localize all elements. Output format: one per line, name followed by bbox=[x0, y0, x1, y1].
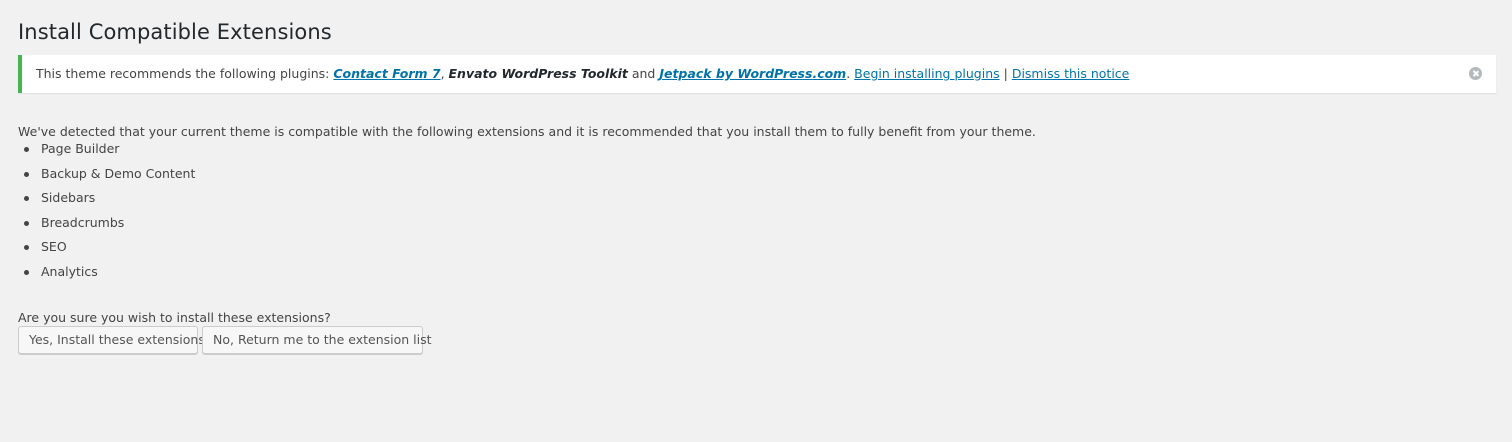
notice-separator: . bbox=[846, 66, 855, 81]
install-extensions-button[interactable]: Yes, Install these extensions bbox=[18, 326, 205, 354]
list-item: Breadcrumbs bbox=[18, 213, 195, 238]
bullet-icon bbox=[24, 171, 29, 177]
notice-separator: , bbox=[440, 66, 449, 81]
list-item: Sidebars bbox=[18, 188, 195, 213]
extension-label: Breadcrumbs bbox=[41, 214, 125, 230]
plugin-notice: This theme recommends the following plug… bbox=[18, 55, 1496, 93]
dismiss-notice-link[interactable]: Dismiss this notice bbox=[1012, 66, 1130, 81]
begin-installing-link[interactable]: Begin installing plugins bbox=[854, 66, 999, 81]
notice-separator: and bbox=[627, 66, 660, 81]
plugin-link-contact-form-7[interactable]: Contact Form 7 bbox=[333, 66, 440, 81]
bullet-icon bbox=[24, 147, 29, 152]
list-item: Page Builder bbox=[18, 139, 195, 164]
dismiss-circle-icon[interactable] bbox=[1469, 67, 1482, 80]
notice-pipe: | bbox=[999, 66, 1012, 81]
bullet-icon bbox=[24, 269, 29, 275]
extension-label: Analytics bbox=[41, 263, 98, 279]
notice-prefix: This theme recommends the following plug… bbox=[36, 66, 334, 81]
bullet-icon bbox=[24, 220, 29, 226]
notice-text: This theme recommends the following plug… bbox=[36, 66, 1129, 81]
page-title: Install Compatible Extensions bbox=[18, 20, 332, 44]
bullet-icon bbox=[24, 245, 29, 250]
plugin-name-envato-toolkit: Envato WordPress Toolkit bbox=[448, 66, 628, 81]
extension-label: Backup & Demo Content bbox=[41, 165, 196, 181]
intro-text: We've detected that your current theme i… bbox=[18, 123, 1036, 139]
return-to-list-button[interactable]: No, Return me to the extension list bbox=[202, 326, 432, 354]
plugin-link-jetpack[interactable]: Jetpack by WordPress.com bbox=[659, 66, 846, 81]
extension-label: SEO bbox=[41, 239, 67, 254]
list-item: Backup & Demo Content bbox=[18, 164, 195, 189]
list-item: Analytics bbox=[18, 262, 195, 287]
bullet-icon bbox=[24, 196, 29, 201]
extension-list: Page Builder Backup & Demo Content Sideb… bbox=[18, 139, 195, 286]
confirm-question: Are you sure you wish to install these e… bbox=[18, 309, 331, 325]
extension-label: Sidebars bbox=[41, 190, 96, 205]
list-item: SEO bbox=[18, 237, 195, 262]
extension-label: Page Builder bbox=[41, 141, 120, 156]
